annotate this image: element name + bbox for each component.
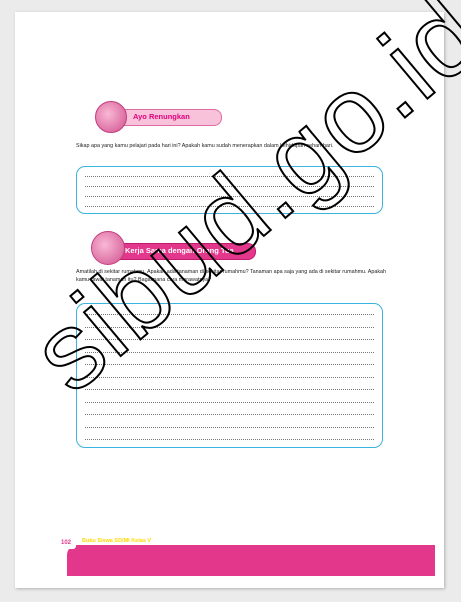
page-number: 102 <box>56 537 76 549</box>
section1-title: Ayo Renungkan <box>133 112 190 121</box>
answer-line <box>85 439 374 440</box>
answer-line <box>85 389 374 390</box>
character-avatar-icon <box>95 101 127 133</box>
answer-line <box>85 414 374 415</box>
answer-line <box>85 401 374 403</box>
footer-band <box>67 545 435 576</box>
answer-line <box>85 426 374 428</box>
book-title: Buku Siswa SD/MI Kelas V <box>82 538 152 544</box>
